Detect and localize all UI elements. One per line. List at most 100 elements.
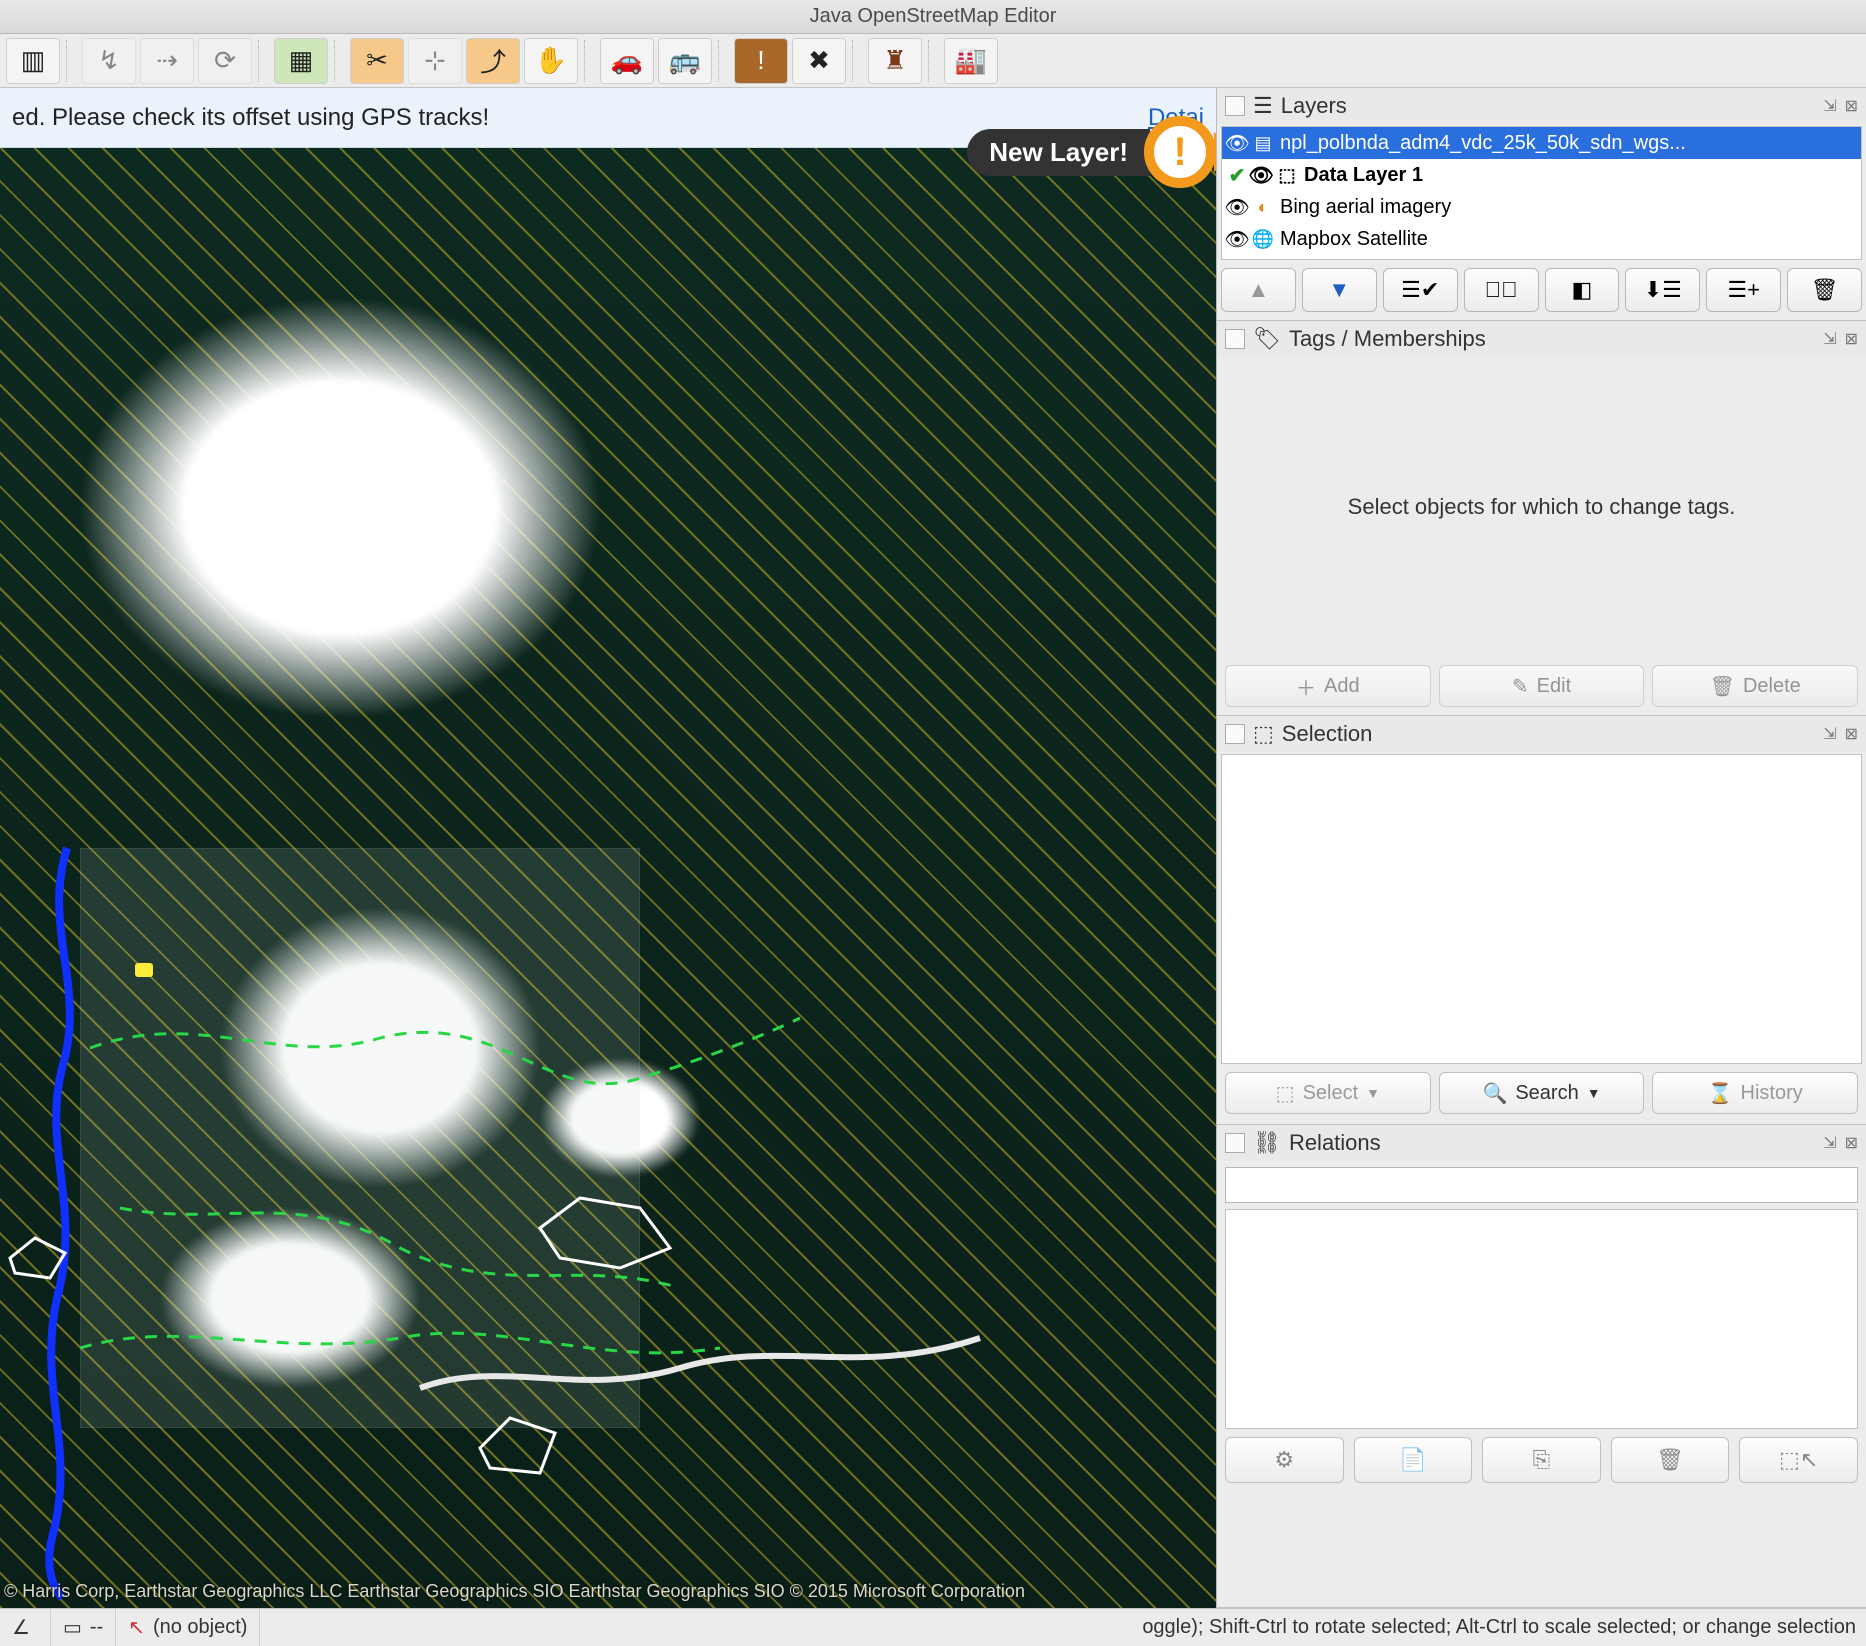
relations-panel-header[interactable]: ⛓ Relations ⇲ ⊠ xyxy=(1217,1125,1866,1161)
new-layer-callout: New Layer! ! xyxy=(967,116,1216,188)
factory-preset-icon[interactable]: 🏭 xyxy=(944,38,998,84)
eye-icon[interactable]: 👁 xyxy=(1228,198,1246,216)
combine-way-icon[interactable]: ⊹ xyxy=(408,38,462,84)
edit-tag-button[interactable]: ✎Edit xyxy=(1439,665,1645,707)
car-preset-icon[interactable]: 🚗 xyxy=(600,38,654,84)
relations-list[interactable] xyxy=(1225,1209,1858,1429)
map-canvas[interactable]: ed. Please check its offset using GPS tr… xyxy=(0,88,1216,1608)
tags-panel: 🏷 Tags / Memberships ⇲ ⊠ Select objects … xyxy=(1217,321,1866,716)
relations-panel-title: Relations xyxy=(1289,1130,1381,1156)
delete-tag-button[interactable]: 🗑Delete xyxy=(1652,665,1858,707)
angle-icon: ∠ xyxy=(12,1615,30,1640)
callout-arrow-icon xyxy=(1214,132,1216,172)
split-way-icon[interactable]: ✂ xyxy=(350,38,404,84)
selection-panel-title: Selection xyxy=(1282,721,1373,747)
select-button[interactable]: ⬚Select▼ xyxy=(1225,1072,1431,1114)
status-bar: ∠ ▭-- ↖(no object) oggle); Shift-Ctrl to… xyxy=(0,1608,1866,1646)
plus-icon: ＋ xyxy=(1296,672,1316,701)
move-layer-down-button[interactable]: ▼ xyxy=(1302,268,1377,312)
tags-body: Select objects for which to change tags. xyxy=(1217,357,1866,657)
add-tag-button[interactable]: ＋ Add xyxy=(1225,665,1431,707)
castle-preset-icon[interactable]: ♜ xyxy=(868,38,922,84)
close-icon[interactable]: ⊠ xyxy=(1845,1133,1858,1153)
collapse-icon[interactable] xyxy=(1225,96,1245,116)
layer-row[interactable]: 👁 ▤ npl_polbnda_adm4_vdc_25k_50k_sdn_wgs… xyxy=(1222,127,1861,159)
layer-row[interactable]: 👁 🌐 Mapbox Satellite xyxy=(1222,223,1861,255)
layers-panel-header[interactable]: ☰ Layers ⇲ ⊠ xyxy=(1217,88,1866,124)
close-icon[interactable]: ⊠ xyxy=(1845,96,1858,116)
bus-preset-icon[interactable]: 🚌 xyxy=(658,38,712,84)
layers-list: 👁 ▤ npl_polbnda_adm4_vdc_25k_50k_sdn_wgs… xyxy=(1221,126,1862,260)
banner-message: ed. Please check its offset using GPS tr… xyxy=(12,104,489,132)
pin-icon[interactable]: ⇲ xyxy=(1823,1133,1836,1153)
main-toolbar: ▥ ↯ ⇢ ⟳ ▦ ✂ ⊹ ⤴ ✋ 🚗 🚌 ! ✖ ♜ 🏭 xyxy=(0,34,1866,88)
trash-icon: 🗑 xyxy=(1710,674,1735,699)
layer-row[interactable]: ✔ 👁 ⬚ Data Layer 1 xyxy=(1222,159,1861,191)
move-layer-up-button[interactable]: ▲ xyxy=(1221,268,1296,312)
close-icon[interactable]: ⊠ xyxy=(1845,724,1858,744)
scale-value: -- xyxy=(90,1616,103,1639)
reverse-way-icon[interactable]: ⤴ xyxy=(466,38,520,84)
layers-toggle-icon[interactable]: ▥ xyxy=(6,38,60,84)
imagery-attribution: © Harris Corp, Earthstar Geographics LLC… xyxy=(4,1581,1025,1602)
relations-toolbar: ⚙ 📄 ⎘ 🗑 ⬚↖ xyxy=(1225,1437,1858,1483)
duplicate-relation-button[interactable]: ⎘ xyxy=(1482,1437,1601,1483)
draw-nodes-icon[interactable]: ⇢ xyxy=(140,38,194,84)
layers-panel: ☰ Layers ⇲ ⊠ 👁 ▤ npl_polbnda_adm4_vdc_25… xyxy=(1217,88,1866,321)
select-way-icon[interactable]: ↯ xyxy=(82,38,136,84)
selection-panel: ⬚ Selection ⇲ ⊠ ⬚Select▼ 🔍Search▼ ⌛Histo… xyxy=(1217,716,1866,1125)
chevron-down-icon: ▼ xyxy=(1587,1085,1601,1101)
eye-icon[interactable]: 👁 xyxy=(1228,134,1246,152)
chevron-down-icon: ▼ xyxy=(1366,1085,1380,1101)
eye-icon[interactable]: 👁 xyxy=(1228,230,1246,248)
pan-icon[interactable]: ✋ xyxy=(524,38,578,84)
warning-preset-icon[interactable]: ! xyxy=(734,38,788,84)
collapse-icon[interactable] xyxy=(1225,329,1245,349)
pin-icon[interactable]: ⇲ xyxy=(1823,329,1836,349)
collapse-icon[interactable] xyxy=(1225,1133,1245,1153)
merge-layer-button[interactable]: ⬇☰ xyxy=(1625,268,1700,312)
eye-icon[interactable]: 👁 xyxy=(1252,166,1270,184)
duplicate-layer-button[interactable]: ☰+ xyxy=(1706,268,1781,312)
activate-layer-button[interactable]: ☰✔ xyxy=(1383,268,1458,312)
search-label: Search xyxy=(1515,1082,1578,1105)
building-outline xyxy=(460,1398,580,1488)
delete-layer-button[interactable]: 🗑 xyxy=(1787,268,1862,312)
search-button[interactable]: 🔍Search▼ xyxy=(1439,1072,1645,1114)
layers-toolbar: ▲ ▼ ☰✔ 👁⃠ ◧ ⬇☰ ☰+ 🗑 xyxy=(1221,268,1862,312)
building-marker xyxy=(135,963,153,977)
layer-row[interactable]: 👁 ◐ Bing aerial imagery xyxy=(1222,191,1861,223)
tags-placeholder: Select objects for which to change tags. xyxy=(1348,494,1736,520)
object-value: (no object) xyxy=(153,1616,248,1639)
tags-panel-header[interactable]: 🏷 Tags / Memberships ⇲ ⊠ xyxy=(1217,321,1866,357)
selection-panel-header[interactable]: ⬚ Selection ⇲ ⊠ xyxy=(1217,716,1866,752)
pin-icon[interactable]: ⇲ xyxy=(1823,96,1836,116)
building-outline xyxy=(0,1228,80,1288)
boundary-layer-icon: ▤ xyxy=(1252,132,1274,154)
tag-icon: 🏷 xyxy=(1253,326,1281,352)
bing-layer-icon: ◐ xyxy=(1252,196,1274,218)
add-label: Add xyxy=(1324,675,1360,698)
collapse-icon[interactable] xyxy=(1225,724,1245,744)
toolbar-separator xyxy=(584,40,594,82)
opacity-button[interactable]: ◧ xyxy=(1545,268,1620,312)
tags-panel-title: Tags / Memberships xyxy=(1289,326,1486,352)
delete-relation-button[interactable]: 🗑 xyxy=(1611,1437,1730,1483)
food-preset-icon[interactable]: ✖ xyxy=(792,38,846,84)
selection-list[interactable] xyxy=(1221,754,1862,1064)
history-button[interactable]: ⌛History xyxy=(1652,1072,1858,1114)
imagery-icon[interactable]: ▦ xyxy=(274,38,328,84)
toolbar-separator xyxy=(718,40,728,82)
edit-relation-button[interactable]: 📄 xyxy=(1354,1437,1473,1483)
refresh-icon[interactable]: ⟳ xyxy=(198,38,252,84)
window-titlebar: Java OpenStreetMap Editor xyxy=(0,0,1866,34)
close-icon[interactable]: ⊠ xyxy=(1845,329,1858,349)
select-members-button[interactable]: ⬚↖ xyxy=(1739,1437,1858,1483)
side-panels: ☰ Layers ⇲ ⊠ 👁 ▤ npl_polbnda_adm4_vdc_25… xyxy=(1216,88,1866,1608)
toggle-visibility-button[interactable]: 👁⃠ xyxy=(1464,268,1539,312)
active-check-icon[interactable]: ✔ xyxy=(1228,166,1246,184)
new-relation-button[interactable]: ⚙ xyxy=(1225,1437,1344,1483)
pin-icon[interactable]: ⇲ xyxy=(1823,724,1836,744)
relations-filter-input[interactable] xyxy=(1225,1167,1858,1203)
select-label: Select xyxy=(1303,1082,1359,1105)
